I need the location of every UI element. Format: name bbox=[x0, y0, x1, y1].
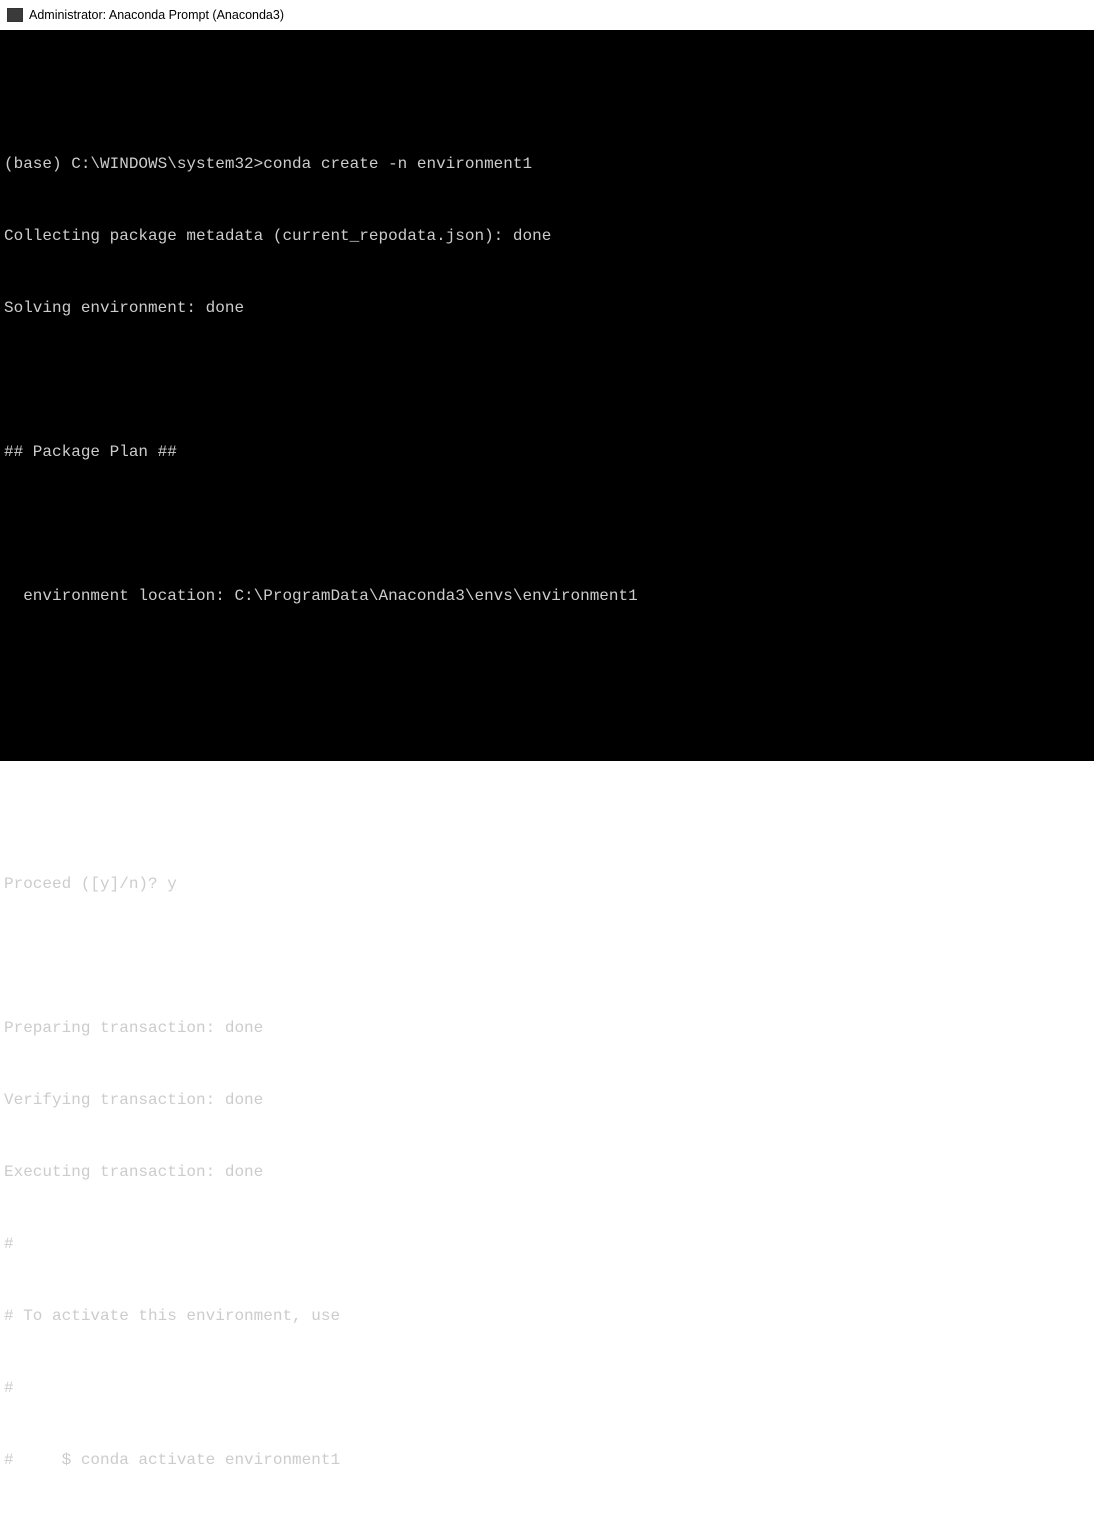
terminal-line: Preparing transaction: done bbox=[4, 1016, 1090, 1040]
terminal-line: # bbox=[4, 1376, 1090, 1400]
terminal-line: # bbox=[4, 1520, 1090, 1522]
terminal-line: Solving environment: done bbox=[4, 296, 1090, 320]
terminal-line: (base) C:\WINDOWS\system32>conda create … bbox=[4, 152, 1090, 176]
terminal-line: # To activate this environment, use bbox=[4, 1304, 1090, 1328]
window-titlebar: Administrator: Anaconda Prompt (Anaconda… bbox=[0, 0, 1094, 30]
terminal-line: environment location: C:\ProgramData\Ana… bbox=[4, 584, 1090, 608]
terminal-line: Verifying transaction: done bbox=[4, 1088, 1090, 1112]
terminal-line bbox=[4, 80, 1090, 104]
window-title: Administrator: Anaconda Prompt (Anaconda… bbox=[29, 8, 284, 22]
terminal-line: # $ conda activate environment1 bbox=[4, 1448, 1090, 1472]
terminal-line bbox=[4, 944, 1090, 968]
terminal-line bbox=[4, 368, 1090, 392]
terminal-content[interactable]: (base) C:\WINDOWS\system32>conda create … bbox=[0, 30, 1094, 761]
terminal-line: ## Package Plan ## bbox=[4, 440, 1090, 464]
terminal-line bbox=[4, 728, 1090, 752]
terminal-line bbox=[4, 656, 1090, 680]
terminal-line bbox=[4, 800, 1090, 824]
terminal-line bbox=[4, 512, 1090, 536]
terminal-icon bbox=[7, 8, 23, 22]
terminal-line: # bbox=[4, 1232, 1090, 1256]
terminal-line: Executing transaction: done bbox=[4, 1160, 1090, 1184]
terminal-line: Proceed ([y]/n)? y bbox=[4, 872, 1090, 896]
terminal-line: Collecting package metadata (current_rep… bbox=[4, 224, 1090, 248]
